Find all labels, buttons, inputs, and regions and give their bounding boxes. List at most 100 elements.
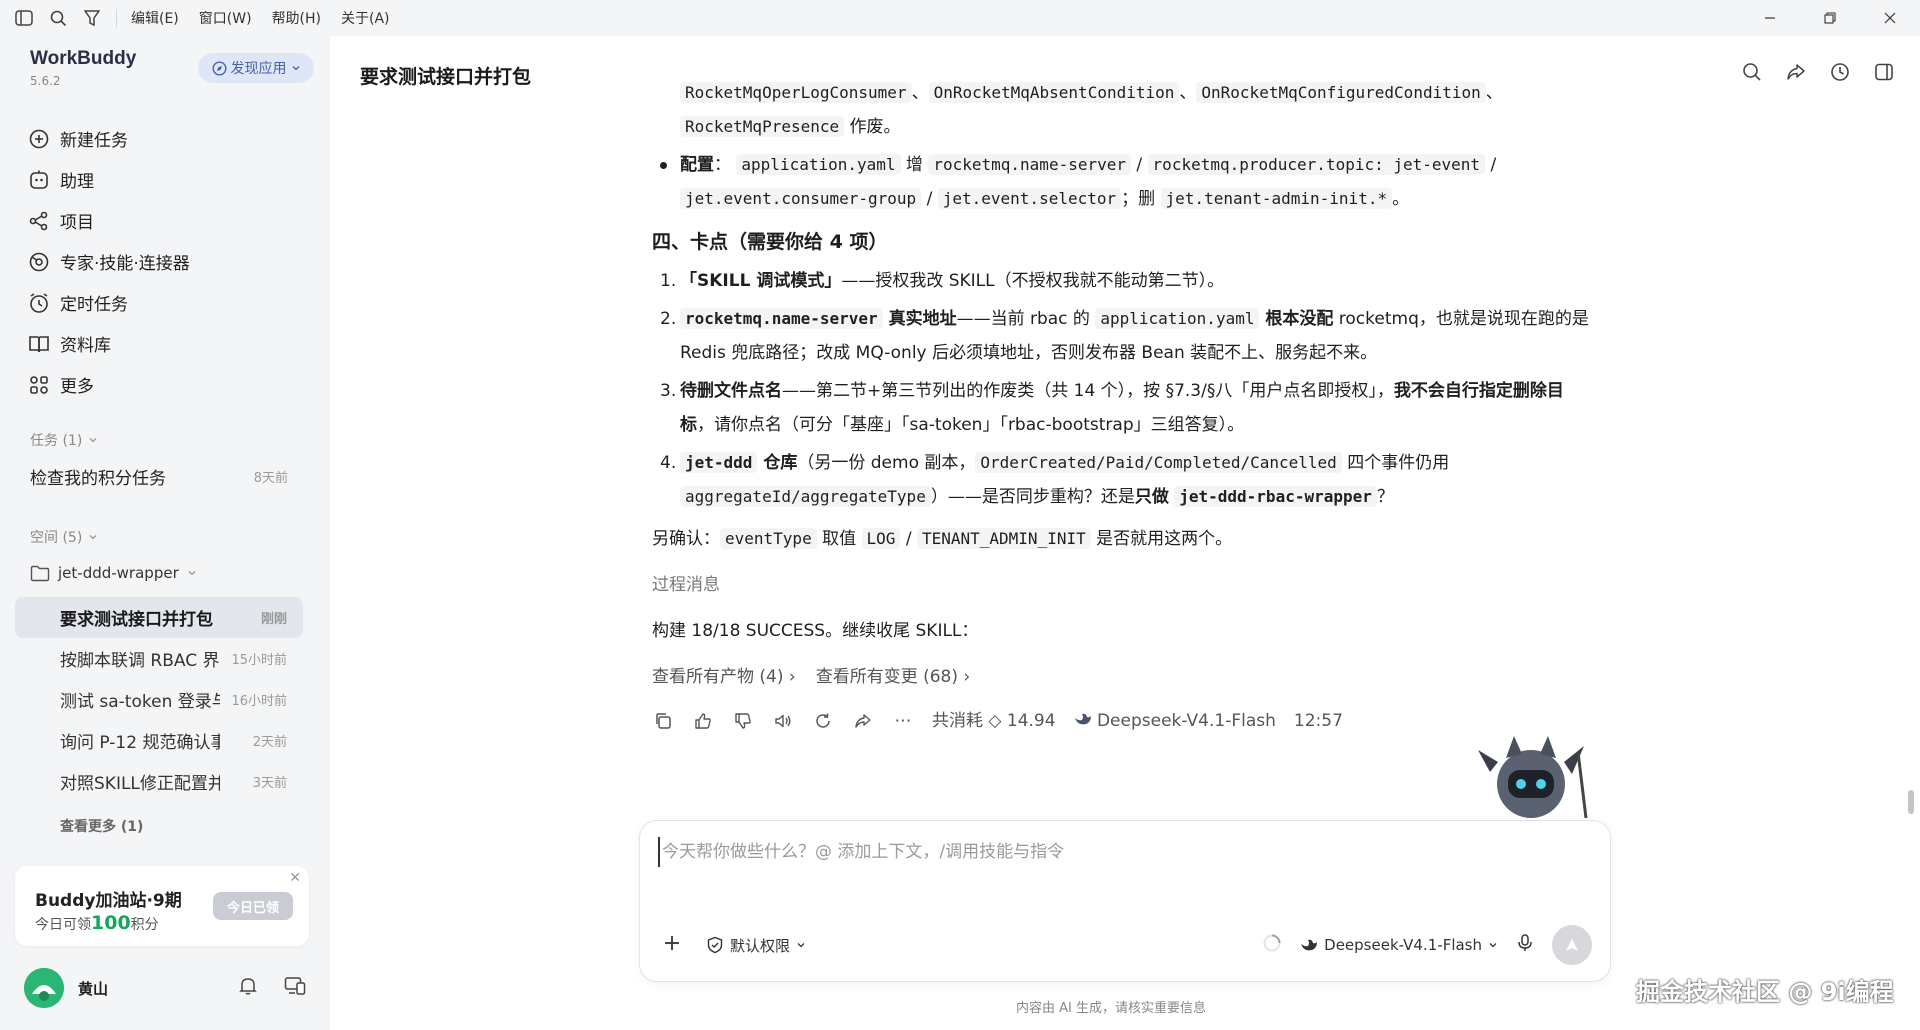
conversation-item[interactable]: 询问 P-12 规范确认事项 2天前 [15,720,303,761]
conversation-title: 测试 sa-token 登录与 [60,692,220,712]
conversation-item[interactable]: 测试 sa-token 登录与 16小时前 [15,679,303,720]
nav-more[interactable]: 更多 [28,364,318,405]
share-icon[interactable] [1786,62,1806,86]
refresh-icon[interactable] [812,710,834,732]
search-icon[interactable] [48,8,68,28]
link-label: 查看所有产物 (4) [652,667,784,687]
nav-label: 资料库 [60,336,111,356]
page-title: 要求测试接口并打包 [360,66,532,88]
copy-icon[interactable] [652,710,674,732]
scrollbar-thumb[interactable] [1908,790,1914,814]
menu-bar: 编辑(E) 窗口(W) 帮助(H) 关于(A) [0,0,1920,36]
chevron-right-icon: › [963,667,971,687]
item-bold: 真实地址 [882,309,957,329]
share-icon[interactable] [852,710,874,732]
app-name: WorkBuddy [30,48,137,69]
nav-label: 更多 [60,377,94,397]
bell-icon[interactable] [238,976,258,1000]
item-text: ）——是否同步重构？还是 [930,487,1135,507]
panel-toggle-icon[interactable] [1874,62,1894,86]
view-artifacts-link[interactable]: 查看所有产物 (4) › [652,660,796,694]
task-item[interactable]: 检查我的积分任务 8天前 [30,464,288,489]
promo-subtitle: 今日可领100积分 [35,912,159,934]
conversation-item[interactable]: 对照SKILL修正配置并出 3天前 [15,761,303,802]
send-button[interactable] [1552,925,1592,965]
close-icon[interactable]: ✕ [289,870,301,886]
conversation-item[interactable]: 要求测试接口并打包 刚刚 [15,597,303,638]
filter-icon[interactable] [82,8,102,28]
close-window-button[interactable] [1860,0,1920,36]
nav-label: 项目 [60,213,94,233]
promo-points: 100 [91,912,131,934]
thumbs-down-icon[interactable] [732,710,754,732]
assistant-icon [30,170,48,189]
devices-icon[interactable] [284,976,306,1000]
menu-edit[interactable]: 编辑(E) [131,8,179,28]
promo-claim-button[interactable]: 今日已领 [213,892,293,920]
user-name: 黄山 [78,979,109,998]
body-text: ： [714,155,731,175]
conversation-title: 按脚本联调 RBAC 界 [60,651,220,671]
tasks-section-header[interactable]: 任务 (1) [30,430,98,450]
see-more-link[interactable]: 查看更多 (1) [60,816,143,836]
space-folder[interactable]: jet-ddd-wrapper [30,564,197,582]
menu-help[interactable]: 帮助(H) [272,8,321,28]
promo-sub-prefix: 今日可领 [35,917,91,933]
chevron-down-icon [292,66,299,71]
model-name: Deepseek-V4.1-Flash [1096,711,1276,731]
prompt-input[interactable] [658,837,1558,867]
nav-assistant[interactable]: 助理 [28,159,318,200]
conversation-title: 询问 P-12 规范确认事项 [60,733,220,753]
clock-icon [30,292,48,313]
menu-window[interactable]: 窗口(W) [199,8,252,28]
sidebar-toggle-icon[interactable] [14,8,34,28]
separator-text: 、 [1179,83,1197,103]
conversation-item[interactable]: 按脚本联调 RBAC 界 15小时前 [15,638,303,679]
process-messages-toggle[interactable]: 过程消息 [652,568,1592,602]
code-inline: RocketMqOperLogConsumer [680,82,912,103]
arrow-up-icon [1566,939,1578,951]
code-inline: RocketMqPresence [680,116,845,137]
conversation-time: 15小时前 [231,653,287,668]
nav-experts[interactable]: 专家·技能·连接器 [28,241,318,282]
add-attachment-icon[interactable] [662,933,682,957]
list-number: 2. [660,309,677,329]
search-icon[interactable] [1742,62,1762,86]
sidebar: WorkBuddy 5.6.2 发现应用 新建任务 助理 项目 专家·技能·连接… [0,36,330,1030]
code-inline: jet.event.consumer-group [680,188,922,209]
discover-apps-button[interactable]: 发现应用 [198,53,314,83]
blocker-item: 2. rocketmq.name-server 真实地址——当前 rbac 的 … [652,302,1592,370]
speaker-icon[interactable] [772,710,794,732]
item-text: ？ [1376,487,1394,507]
expert-icon [29,252,49,271]
deepseek-icon [1301,939,1318,951]
spaces-section-header[interactable]: 空间 (5) [30,527,98,547]
permission-select[interactable]: 默认权限 [706,935,806,956]
microphone-icon[interactable] [1516,933,1534,957]
model-tag: Deepseek-V4.1-Flash [1074,704,1276,738]
view-changes-link[interactable]: 查看所有变更 (68) › [816,660,971,694]
code-inline: OnRocketMqAbsentCondition [928,82,1180,103]
item-text: ，请你点名（可分「基座」「sa-token」「rbac-bootstrap」三组… [697,415,1245,435]
menu-about[interactable]: 关于(A) [341,8,390,28]
deepseek-icon [1074,713,1091,725]
config-bullet: 配置： application.yaml 增 rocketmq.name-ser… [652,148,1592,216]
history-icon[interactable] [1830,62,1850,86]
restore-button[interactable] [1800,0,1860,36]
confirm-line: 另确认： eventType 取值 LOG / TENANT_ADMIN_INIT… [652,522,1592,556]
discover-apps-label: 发现应用 [230,61,287,77]
menu-separator [116,9,117,27]
list-number: 4. [660,453,677,473]
body-text: ；删 [1121,189,1161,209]
model-select[interactable]: Deepseek-V4.1-Flash [1300,936,1498,954]
avatar[interactable] [24,968,64,1008]
more-icon[interactable]: ⋯ [892,710,914,732]
space-folder-name: jet-ddd-wrapper [58,564,179,582]
thumbs-up-icon[interactable] [692,710,714,732]
nav-scheduled-tasks[interactable]: 定时任务 [28,282,318,323]
minimize-button[interactable] [1740,0,1800,36]
nav-project[interactable]: 项目 [28,200,318,241]
nav-new-task[interactable]: 新建任务 [28,118,318,159]
nav-library[interactable]: 资料库 [28,323,318,364]
chevron-down-icon [89,438,97,443]
